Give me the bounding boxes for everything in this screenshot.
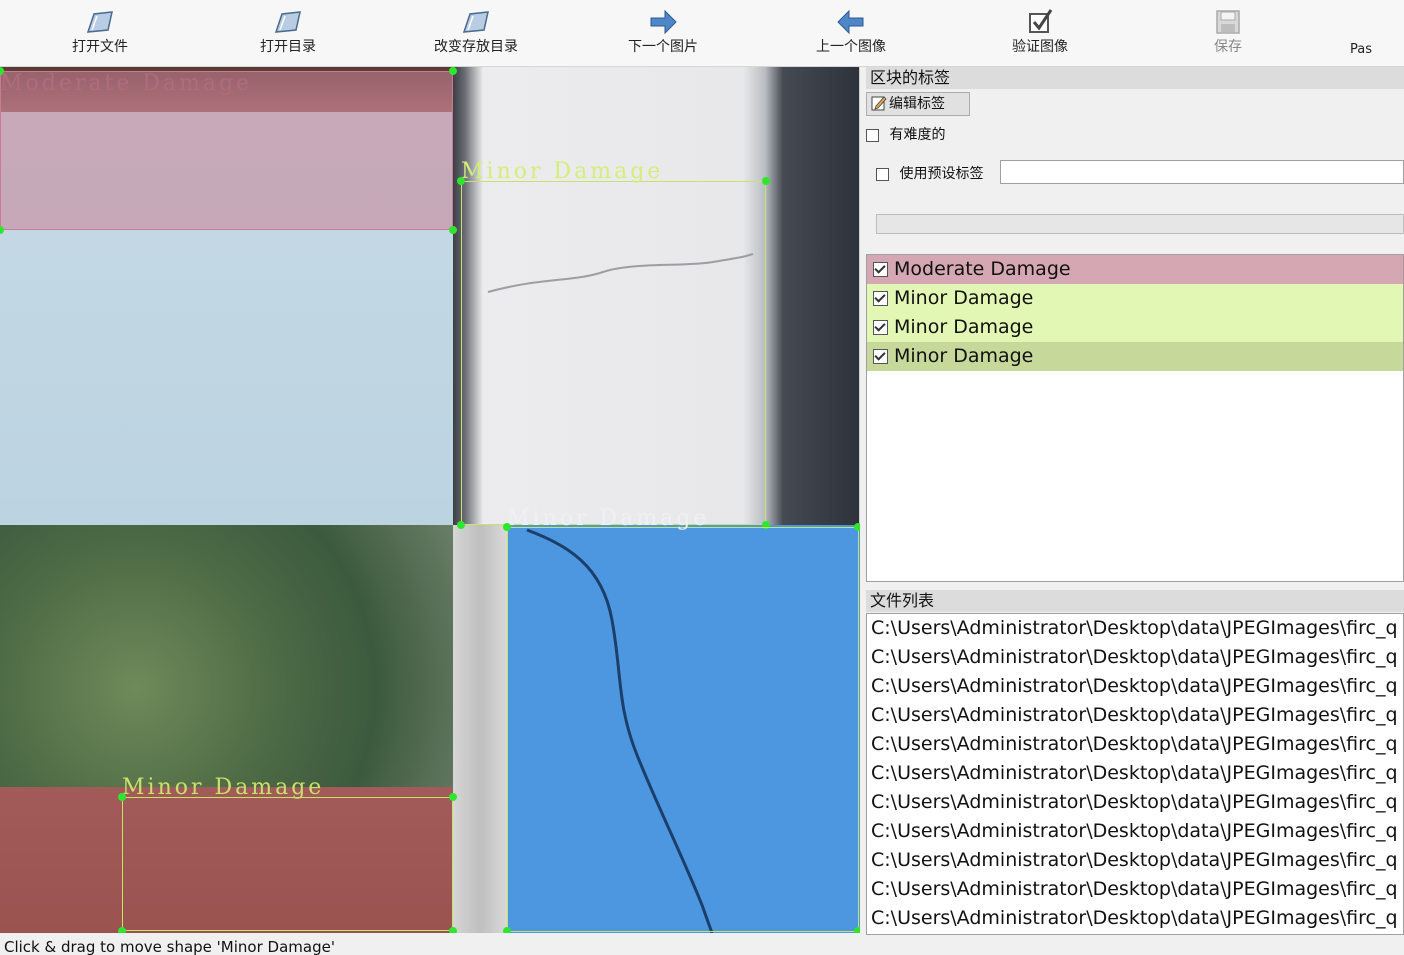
- vertex-handle[interactable]: [449, 226, 457, 234]
- pascal-label: Pas: [1350, 42, 1372, 57]
- annotation-label-minor-ground: Minor Damage: [122, 775, 325, 800]
- vertex-handle[interactable]: [118, 793, 126, 801]
- edit-icon: [871, 95, 887, 110]
- arrow-right-icon: [650, 9, 677, 35]
- vertex-handle[interactable]: [503, 927, 511, 933]
- status-bar: Click & drag to move shape 'Minor Damage…: [0, 935, 1404, 955]
- label-list[interactable]: Moderate Damage Minor Damage Minor Damag…: [866, 254, 1404, 582]
- vertex-handle[interactable]: [118, 927, 126, 933]
- vertex-handle[interactable]: [854, 523, 860, 531]
- change-save-dir-button[interactable]: 改变存放目录: [421, 4, 531, 62]
- pascal-format-button[interactable]: Pas: [1350, 4, 1404, 62]
- open-dir-label: 打开目录: [260, 39, 316, 55]
- default-label-input[interactable]: [1000, 160, 1404, 184]
- box-labels-title: 区块的标签: [866, 67, 1404, 89]
- annotation-box-minor-blue[interactable]: [507, 527, 859, 932]
- file-list-item[interactable]: C:\Users\Administrator\Desktop\data\JPEG…: [867, 875, 1403, 904]
- next-image-label: 下一个图片: [628, 39, 698, 55]
- difficult-checkbox[interactable]: [866, 128, 879, 142]
- toolbar: 打开文件 打开目录 改变存放目录 下一个图片 上一个图像 验证图像 保存 Pas: [0, 0, 1404, 67]
- file-list-item[interactable]: C:\Users\Administrator\Desktop\data\JPEG…: [867, 788, 1403, 817]
- annotation-box-minor-pillar[interactable]: [461, 181, 766, 525]
- verify-image-button[interactable]: 验证图像: [985, 4, 1095, 62]
- use-default-label-text: 使用预设标签: [899, 166, 984, 182]
- label-visible-checkbox[interactable]: [873, 291, 888, 306]
- file-list-item[interactable]: C:\Users\Administrator\Desktop\data\JPEG…: [867, 643, 1403, 672]
- file-list-item[interactable]: C:\Users\Administrator\Desktop\data\JPEG…: [867, 614, 1403, 643]
- verify-image-label: 验证图像: [1012, 39, 1068, 55]
- edit-label-button[interactable]: 编辑标签: [866, 92, 970, 116]
- label-visible-checkbox[interactable]: [873, 320, 888, 335]
- floppy-disk-icon: [1216, 10, 1240, 34]
- file-list-item[interactable]: C:\Users\Administrator\Desktop\data\JPEG…: [867, 846, 1403, 875]
- open-dir-button[interactable]: 打开目录: [233, 4, 343, 62]
- arrow-left-icon: [837, 9, 864, 35]
- label-item-text: Minor Damage: [894, 316, 1034, 338]
- open-file-button[interactable]: 打开文件: [45, 4, 155, 62]
- vertex-handle[interactable]: [449, 793, 457, 801]
- status-text: Click & drag to move shape 'Minor Damage…: [4, 938, 335, 955]
- vertex-handle[interactable]: [449, 67, 457, 75]
- vertex-handle[interactable]: [457, 521, 465, 529]
- file-list-item[interactable]: C:\Users\Administrator\Desktop\data\JPEG…: [867, 730, 1403, 759]
- label-item-text: Minor Damage: [894, 287, 1034, 309]
- vertex-handle[interactable]: [457, 177, 465, 185]
- annotation-label-minor-pillar: Minor Damage: [461, 159, 664, 184]
- save-label: 保存: [1214, 39, 1242, 55]
- folder-open-icon: [86, 11, 113, 33]
- progress-bar: [876, 214, 1404, 234]
- label-visible-checkbox[interactable]: [873, 262, 888, 277]
- edit-label-text: 编辑标签: [889, 96, 945, 112]
- vertex-handle[interactable]: [762, 177, 770, 185]
- image-tile-grey-strip: [453, 525, 507, 933]
- label-list-item[interactable]: Minor Damage: [867, 313, 1403, 342]
- open-file-label: 打开文件: [72, 39, 128, 55]
- label-visible-checkbox[interactable]: [873, 349, 888, 364]
- vertex-handle[interactable]: [449, 927, 457, 933]
- folder-open-icon: [274, 11, 301, 33]
- file-list-item[interactable]: C:\Users\Administrator\Desktop\data\JPEG…: [867, 672, 1403, 701]
- difficult-label: 有难度的: [889, 127, 946, 143]
- file-list-item[interactable]: C:\Users\Administrator\Desktop\data\JPEG…: [867, 904, 1403, 933]
- file-list-title: 文件列表: [866, 590, 1404, 612]
- file-list-item[interactable]: C:\Users\Administrator\Desktop\data\JPEG…: [867, 701, 1403, 730]
- folder-open-icon: [462, 11, 489, 33]
- save-button[interactable]: 保存: [1173, 4, 1283, 62]
- label-list-item[interactable]: Minor Damage: [867, 284, 1403, 313]
- prev-image-button[interactable]: 上一个图像: [796, 4, 906, 62]
- difficult-row: 有难度的: [866, 124, 945, 144]
- file-list[interactable]: C:\Users\Administrator\Desktop\data\JPEG…: [866, 613, 1404, 935]
- right-panel: 区块的标签 编辑标签 有难度的 使用预设标签 Moderate Damage M…: [862, 67, 1404, 935]
- use-default-label-checkbox[interactable]: [876, 167, 889, 181]
- annotation-box-minor-ground[interactable]: [122, 797, 453, 931]
- checkbox-check-icon: [1029, 9, 1053, 33]
- file-list-item[interactable]: C:\Users\Administrator\Desktop\data\JPEG…: [867, 817, 1403, 846]
- vertex-handle[interactable]: [854, 927, 860, 933]
- next-image-button[interactable]: 下一个图片: [608, 4, 718, 62]
- change-save-dir-label: 改变存放目录: [434, 39, 518, 55]
- prev-image-label: 上一个图像: [816, 39, 886, 55]
- annotation-label-minor-blue: Minor Damage: [507, 506, 710, 531]
- label-list-item[interactable]: Moderate Damage: [867, 255, 1403, 284]
- annotation-label-moderate: Moderate Damage: [0, 71, 253, 96]
- default-label-row: 使用预设标签: [876, 163, 983, 183]
- vertex-handle[interactable]: [503, 523, 511, 531]
- label-list-item[interactable]: Minor Damage: [867, 342, 1403, 371]
- image-canvas[interactable]: Moderate Damage Minor Damage Minor Damag…: [0, 67, 860, 933]
- label-item-text: Moderate Damage: [894, 258, 1071, 280]
- label-item-text: Minor Damage: [894, 345, 1034, 367]
- file-list-item[interactable]: C:\Users\Administrator\Desktop\data\JPEG…: [867, 759, 1403, 788]
